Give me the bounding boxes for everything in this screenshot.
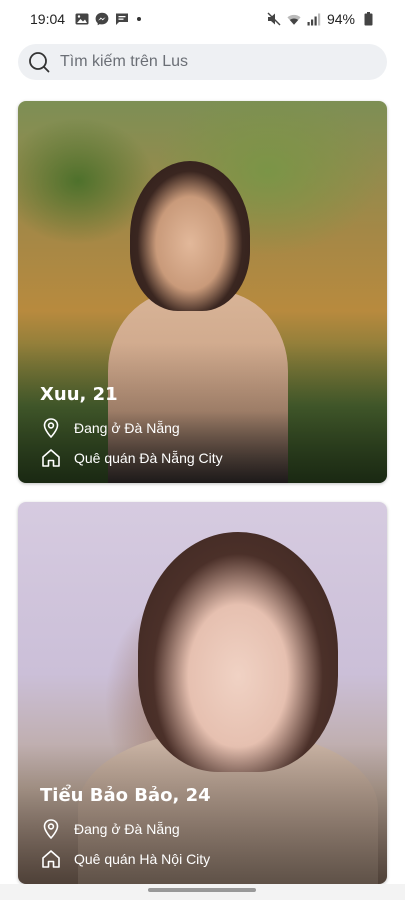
search-input[interactable]: [60, 53, 360, 71]
profile-name: Xuu, 21: [40, 384, 118, 405]
profile-info: Tiểu Bảo Bảo, 24 Đang ở Đà Nẵng Quê quán…: [40, 785, 211, 870]
status-left: 19:04: [30, 11, 142, 27]
messenger-icon: [95, 12, 109, 26]
profile-location: Đang ở Đà Nẵng: [40, 417, 223, 439]
profile-info: Xuu, 21 Đang ở Đà Nẵng Quê quán Đà Nẵng …: [40, 384, 223, 469]
profile-hometown: Quê quán Hà Nội City: [40, 848, 211, 870]
status-bar: 19:04 94%: [0, 0, 405, 38]
search-bar[interactable]: [18, 44, 387, 80]
profile-name: Tiểu Bảo Bảo, 24: [40, 785, 211, 806]
status-time: 19:04: [30, 11, 66, 27]
mute-icon: [267, 12, 281, 26]
location-pin-icon: [40, 818, 62, 840]
search-icon: [28, 51, 50, 73]
hometown-text: Quê quán Đà Nẵng City: [74, 450, 223, 466]
navigation-bar: [0, 884, 405, 900]
profile-card[interactable]: Xuu, 21 Đang ở Đà Nẵng Quê quán Đà Nẵng …: [18, 101, 387, 483]
home-icon: [40, 848, 62, 870]
gallery-icon: [75, 12, 89, 26]
location-text: Đang ở Đà Nẵng: [74, 821, 180, 837]
profile-photo-face: [138, 532, 338, 772]
profile-location: Đang ở Đà Nẵng: [40, 818, 211, 840]
battery-percent: 94%: [326, 11, 355, 27]
wifi-icon: [287, 12, 301, 26]
status-right: 94%: [267, 11, 375, 27]
home-icon: [40, 447, 62, 469]
battery-icon: [361, 12, 375, 26]
home-indicator[interactable]: [148, 888, 256, 892]
profile-hometown: Quê quán Đà Nẵng City: [40, 447, 223, 469]
profile-card[interactable]: Tiểu Bảo Bảo, 24 Đang ở Đà Nẵng Quê quán…: [18, 502, 387, 884]
notification-dot: [137, 17, 142, 21]
message-icon: [115, 12, 129, 26]
location-text: Đang ở Đà Nẵng: [74, 420, 180, 436]
hometown-text: Quê quán Hà Nội City: [74, 851, 211, 867]
signal-icon: [307, 12, 321, 26]
location-pin-icon: [40, 417, 62, 439]
profile-photo-face: [130, 161, 250, 311]
